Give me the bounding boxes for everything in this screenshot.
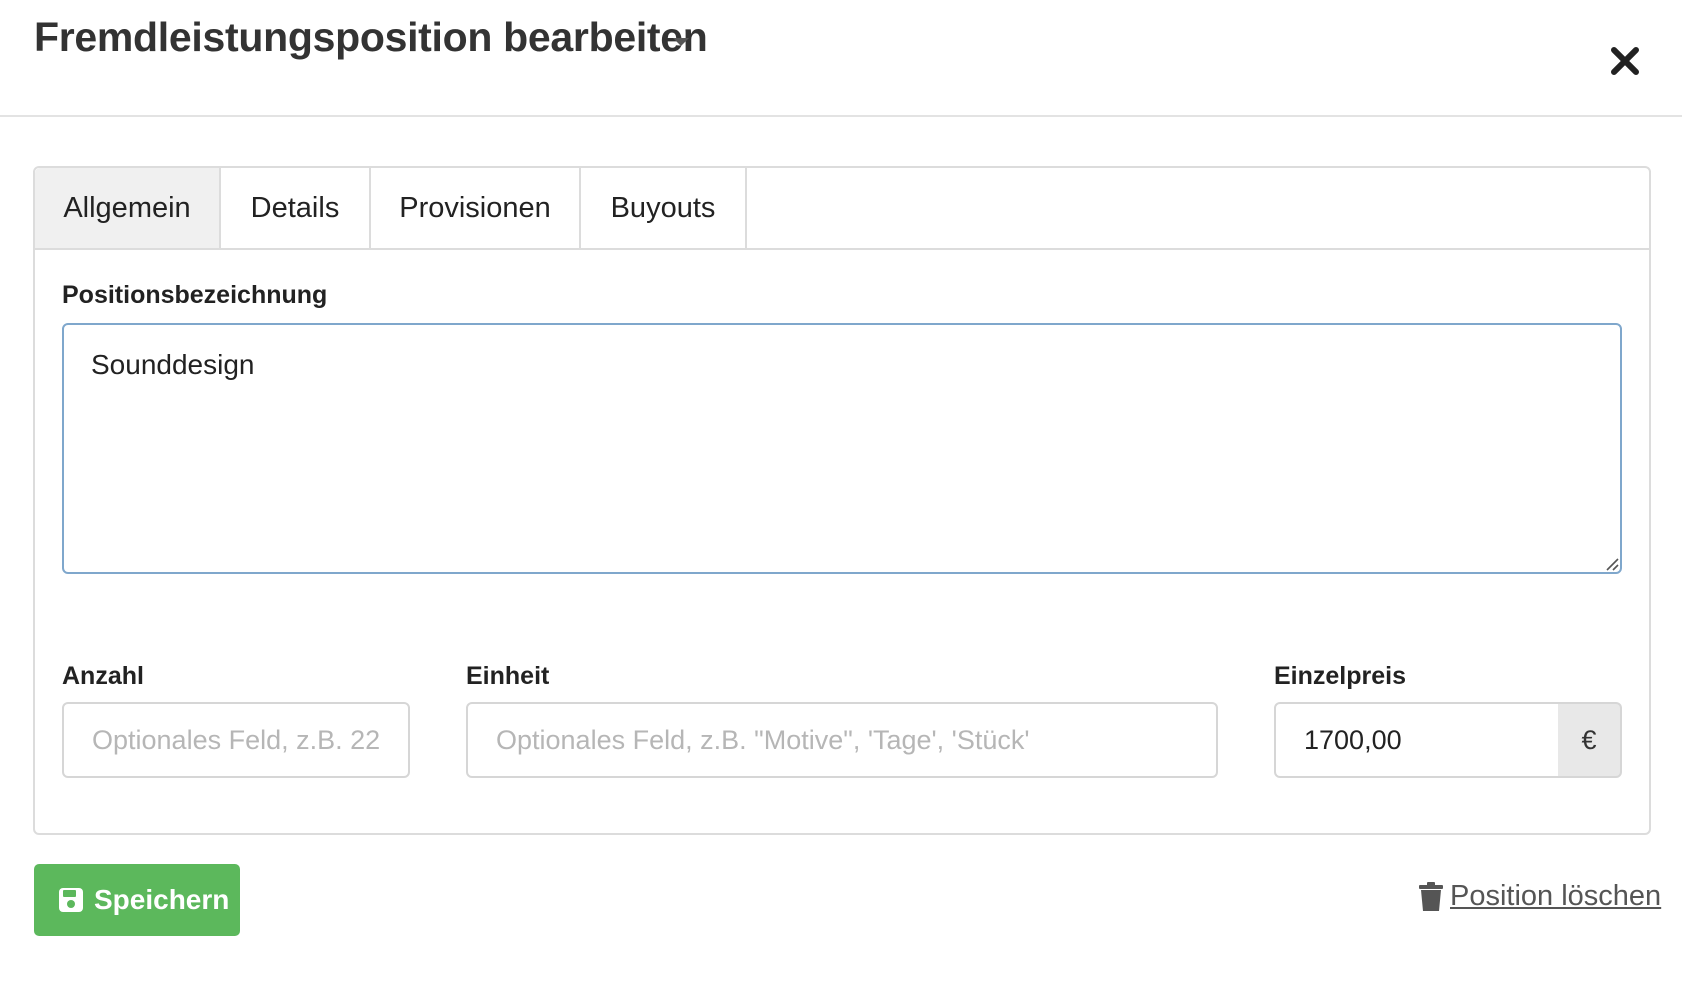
close-icon[interactable] [1608,44,1642,78]
quantity-label: Anzahl [62,662,144,690]
unit-label: Einheit [466,662,550,690]
description-textarea[interactable]: Sounddesign [62,323,1622,574]
description-label: Positionsbezeichnung [62,281,328,309]
save-button[interactable]: Speichern [34,864,240,936]
delete-position-label: Position löschen [1450,880,1662,912]
modal-header: Fremdleistungsposition bearbeiten [0,0,1682,117]
tab-bar: Allgemein Details Provisionen Buyouts [35,168,1649,250]
trash-icon [1419,881,1443,911]
tab-details[interactable]: Details [221,168,371,248]
caret-down-icon[interactable] [673,38,689,46]
tab-buyouts[interactable]: Buyouts [581,168,747,248]
tab-provisionen[interactable]: Provisionen [371,168,581,248]
floppy-disk-icon [59,888,83,912]
currency-addon: € [1558,702,1622,778]
modal-title: Fremdleistungsposition bearbeiten [34,14,708,60]
unit-price-label: Einzelpreis [1274,662,1406,690]
save-button-label: Speichern [94,884,230,915]
quantity-input[interactable] [62,702,410,778]
delete-position-link[interactable]: Position löschen [1418,880,1661,913]
unit-input[interactable] [466,702,1218,778]
unit-price-input[interactable] [1274,702,1560,778]
tab-allgemein[interactable]: Allgemein [35,168,221,248]
